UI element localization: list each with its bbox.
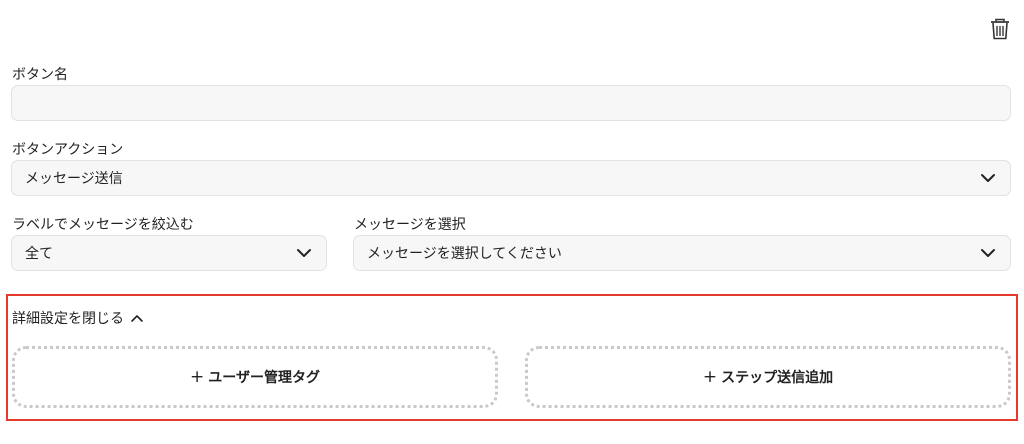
trash-icon[interactable] (990, 18, 1010, 40)
button-action-value: メッセージ送信 (25, 171, 123, 187)
message-select-label: メッセージを選択 (354, 217, 466, 233)
add-user-tag-label: ユーザー管理タグ (208, 370, 320, 386)
advanced-toggle-label: 詳細設定を閉じる (12, 311, 124, 327)
button-action-select[interactable]: メッセージ送信 (11, 160, 1011, 196)
add-step-button[interactable]: + ステップ送信追加 (525, 346, 1011, 408)
message-select[interactable]: メッセージを選択してください (353, 235, 1011, 271)
plus-icon: + (702, 367, 718, 387)
button-action-label: ボタンアクション (12, 142, 124, 158)
chevron-up-icon (131, 315, 143, 322)
button-name-input[interactable] (11, 85, 1011, 121)
add-user-tag-button[interactable]: + ユーザー管理タグ (12, 346, 498, 408)
label-filter-select[interactable]: 全て (11, 235, 327, 271)
label-filter-value: 全て (25, 246, 53, 262)
message-select-value: メッセージを選択してください (367, 246, 562, 262)
advanced-toggle[interactable]: 詳細設定を閉じる (12, 308, 144, 328)
chevron-down-icon (981, 249, 995, 257)
label-filter-label: ラベルでメッセージを絞込む (12, 217, 194, 233)
chevron-down-icon (981, 174, 995, 182)
plus-icon: + (190, 367, 205, 387)
button-name-label: ボタン名 (12, 67, 68, 83)
chevron-down-icon (297, 249, 311, 257)
add-step-label: ステップ送信追加 (721, 370, 834, 386)
